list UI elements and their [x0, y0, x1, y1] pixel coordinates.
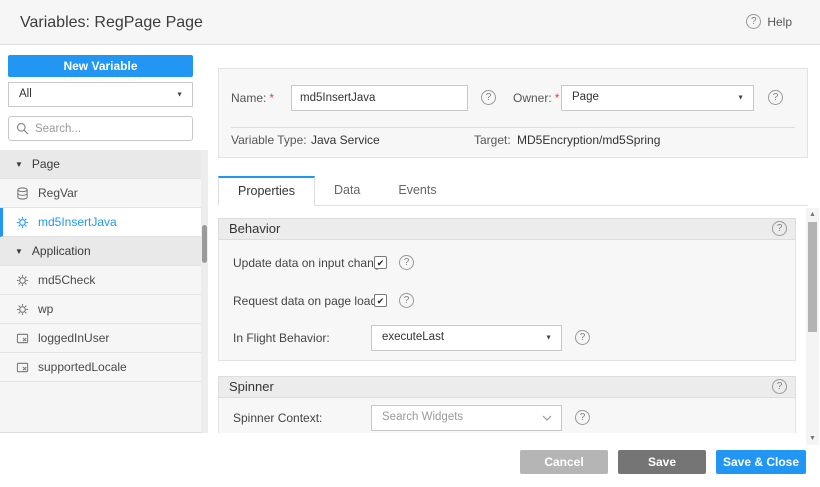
in-flight-label: In Flight Behavior: — [233, 325, 330, 351]
spinner-context-help-icon[interactable]: ? — [575, 410, 590, 425]
update-data-label: Update data on input change — [233, 250, 387, 276]
owner-value: Page — [572, 91, 599, 103]
sidebar-item-md5check[interactable]: md5Check — [0, 266, 201, 295]
request-data-help-icon[interactable]: ? — [399, 293, 414, 308]
chevron-down-icon: ▼ — [545, 327, 552, 350]
scrollbar-thumb[interactable] — [808, 222, 817, 332]
required-asterisk: * — [555, 91, 560, 105]
page-title: Variables: RegPage Page — [20, 0, 203, 45]
spinner-section-header: Spinner ? — [218, 376, 796, 398]
chevron-down-icon — [542, 415, 552, 421]
list-item-label: loggedInUser — [38, 331, 109, 345]
name-field[interactable] — [291, 85, 468, 111]
service-icon — [16, 216, 29, 229]
variable-filter-value: All — [19, 88, 32, 100]
target-label: Target: — [474, 127, 511, 153]
owner-help-icon[interactable]: ? — [768, 90, 783, 105]
save-close-button[interactable]: Save & Close — [716, 450, 806, 474]
owner-select[interactable]: Page ▼ — [561, 85, 754, 111]
tab-events[interactable]: Events — [379, 176, 455, 205]
cancel-button[interactable]: Cancel — [520, 450, 608, 474]
list-item-label: RegVar — [38, 186, 78, 200]
sidebar-item-wp[interactable]: wp — [0, 295, 201, 324]
list-item-label: supportedLocale — [38, 360, 127, 374]
model-variable-icon — [16, 361, 29, 374]
chevron-down-icon: ▼ — [737, 87, 744, 110]
variable-type-value: Java Service — [311, 127, 380, 153]
spinner-context-select[interactable]: Search Widgets — [371, 405, 562, 431]
sidebar-item-md5insertjava[interactable]: md5InsertJava — [0, 208, 201, 237]
in-flight-row: In Flight Behavior: executeLast ▼ ? — [219, 325, 795, 351]
help-icon[interactable]: ? — [746, 14, 761, 29]
request-data-checkbox[interactable]: ✔ — [374, 294, 387, 307]
search-input[interactable] — [8, 116, 193, 141]
scroll-up-icon[interactable]: ▲ — [806, 211, 819, 218]
sidebar-group-application[interactable]: ▼ Application — [0, 237, 201, 266]
new-variable-button[interactable]: New Variable — [8, 55, 193, 77]
spinner-context-label: Spinner Context: — [233, 405, 322, 431]
title-bar: Variables: RegPage Page ? Help — [0, 0, 820, 45]
variable-type-label: Variable Type: — [231, 127, 307, 153]
required-asterisk: * — [269, 91, 274, 105]
chevron-down-icon: ▼ — [176, 83, 183, 106]
owner-label: Owner:* — [513, 85, 559, 111]
spinner-context-row: Spinner Context: Search Widgets ? — [219, 405, 795, 431]
tab-data[interactable]: Data — [315, 176, 379, 205]
variable-filter-select[interactable]: All ▼ — [8, 82, 193, 107]
save-button[interactable]: Save — [618, 450, 706, 474]
sidebar-item-regvar[interactable]: RegVar — [0, 179, 201, 208]
sidebar-scrollbar-thumb[interactable] — [202, 225, 207, 263]
spinner-section-title: Spinner — [229, 379, 274, 394]
variables-dialog: Variables: RegPage Page ? Help New Varia… — [0, 0, 820, 487]
behavior-section-header: Behavior ? — [218, 218, 796, 240]
owner-label-text: Owner: — [513, 91, 552, 105]
in-flight-value: executeLast — [382, 331, 444, 343]
update-data-help-icon[interactable]: ? — [399, 255, 414, 270]
search-box — [8, 116, 193, 141]
update-data-row: Update data on input change ✔ ? — [219, 250, 795, 276]
list-item-label: wp — [38, 302, 53, 316]
group-label: Page — [32, 157, 60, 171]
list-item-label: md5InsertJava — [38, 215, 117, 229]
in-flight-select[interactable]: executeLast ▼ — [371, 325, 562, 351]
properties-scrollbar[interactable]: ▲ ▼ — [806, 208, 819, 445]
tab-bar: Properties Data Events — [218, 176, 808, 206]
sidebar-scrollbar[interactable] — [201, 150, 208, 433]
tab-properties[interactable]: Properties — [218, 176, 315, 206]
behavior-section-body: Update data on input change ✔ ? Request … — [218, 240, 796, 361]
group-label: Application — [32, 244, 91, 258]
spinner-context-placeholder: Search Widgets — [382, 411, 463, 423]
model-variable-icon — [16, 332, 29, 345]
spinner-section-body: Spinner Context: Search Widgets ? — [218, 398, 796, 433]
target-value: MD5Encryption/md5Spring — [517, 127, 660, 153]
sidebar-item-supportedlocale[interactable]: supportedLocale — [0, 353, 201, 382]
service-icon — [16, 274, 29, 287]
database-icon — [16, 187, 29, 200]
sidebar-group-page[interactable]: ▼ Page — [0, 150, 201, 179]
request-data-label: Request data on page load — [233, 288, 377, 314]
list-item-label: md5Check — [38, 273, 95, 287]
name-label: Name:* — [231, 85, 274, 111]
variable-summary-panel: Name:* ? Owner:* Page ▼ ? Variable Type:… — [218, 68, 808, 158]
name-label-text: Name: — [231, 91, 266, 105]
behavior-section-title: Behavior — [229, 221, 280, 236]
search-icon — [16, 122, 29, 135]
scroll-down-icon[interactable]: ▼ — [806, 435, 819, 442]
service-icon — [16, 303, 29, 316]
spinner-help-icon[interactable]: ? — [772, 379, 787, 394]
sidebar-item-loggedinuser[interactable]: loggedInUser — [0, 324, 201, 353]
request-data-row: Request data on page load ✔ ? — [219, 288, 795, 314]
collapse-arrow-icon[interactable]: ▼ — [15, 160, 23, 169]
help-link[interactable]: ? Help — [746, 14, 792, 29]
update-data-checkbox[interactable]: ✔ — [374, 256, 387, 269]
help-label[interactable]: Help — [767, 15, 792, 29]
in-flight-help-icon[interactable]: ? — [575, 330, 590, 345]
collapse-arrow-icon[interactable]: ▼ — [15, 247, 23, 256]
behavior-help-icon[interactable]: ? — [772, 221, 787, 236]
variable-list: ▼ Page RegVar — [0, 150, 201, 433]
name-help-icon[interactable]: ? — [481, 90, 496, 105]
